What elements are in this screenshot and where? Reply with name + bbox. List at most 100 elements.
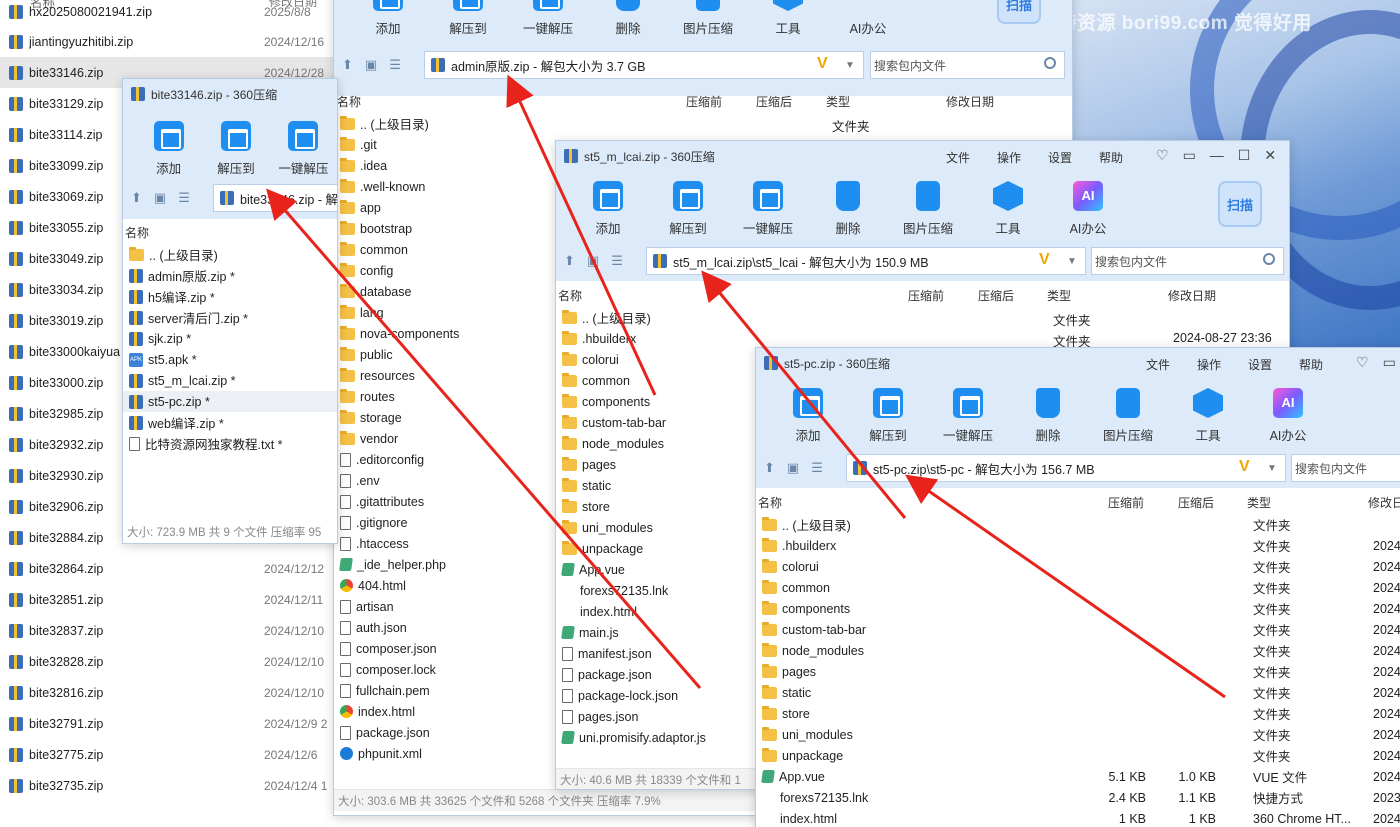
skin-icon[interactable]: ♡ [1356, 354, 1369, 371]
list-item[interactable]: uni_modules 文件夹 2024 [762, 724, 1400, 745]
col-before[interactable]: 压缩前 [1108, 494, 1144, 511]
ai-office-button[interactable]: AI AI办公 [1248, 388, 1328, 444]
col-after[interactable]: 压缩后 [1178, 494, 1214, 511]
list-item[interactable]: APK st5.apk * [129, 349, 337, 370]
scan-button[interactable]: 扫描 [997, 0, 1041, 24]
up-arrow-icon[interactable]: ⬆ [764, 460, 775, 476]
file-row[interactable]: bite32816.zip 2024/12/10 [0, 677, 340, 708]
list-item[interactable]: sjk.zip * [129, 328, 337, 349]
list-item[interactable]: .hbuilderx 文件夹 2024 [762, 535, 1400, 556]
col-name[interactable]: 名称 [558, 287, 582, 304]
list-item[interactable]: store 文件夹 2024 [762, 703, 1400, 724]
list-icon[interactable]: ☰ [178, 190, 190, 206]
path-box[interactable]: bite33146.zip - 解 [213, 184, 337, 212]
path-box[interactable]: st5_m_lcai.zip\st5_lcai - 解包大小为 150.9 MB… [646, 247, 1086, 275]
list-item[interactable]: .. (上级目录) 文件夹 [762, 514, 1400, 535]
add-button[interactable]: 添加 [768, 388, 848, 444]
file-row[interactable]: bite32851.zip 2024/12/11 [0, 584, 340, 615]
skin-icon[interactable]: ♡ [1156, 147, 1169, 164]
tools-button[interactable]: 工具 [748, 0, 828, 37]
one-click-extract-button[interactable]: 一键解压 [728, 181, 808, 237]
list-item[interactable]: admin原版.zip * [129, 265, 337, 286]
extract-button[interactable]: 解压到 [848, 388, 928, 444]
col-date[interactable]: 修改日期 [1168, 287, 1216, 304]
add-button[interactable]: 添加 [348, 0, 428, 37]
delete-button[interactable]: 删除 [588, 0, 668, 37]
tools-button[interactable]: New 工具 [968, 181, 1048, 237]
image-compress-button[interactable]: 图片压缩 [668, 0, 748, 37]
list-item[interactable]: node_modules 文件夹 2024 [762, 640, 1400, 661]
col-type[interactable]: 类型 [1247, 494, 1271, 511]
list-item[interactable]: 比特资源网独家教程.txt * [129, 433, 337, 454]
file-row[interactable]: bite32828.zip 2024/12/10 [0, 646, 340, 677]
one-click-extract-button[interactable]: 一键解压 [270, 121, 337, 177]
extract-button[interactable]: 解压到 [202, 121, 269, 177]
col-type[interactable]: 类型 [826, 93, 850, 110]
list-icon[interactable]: ☰ [611, 253, 623, 269]
chevron-down-icon[interactable]: ▼ [845, 60, 855, 71]
chevron-down-icon[interactable]: ▼ [1067, 256, 1077, 267]
file-row[interactable]: jiantingyuzhitibi.zip 2024/12/16 [0, 26, 340, 57]
list-item[interactable]: st5_m_lcai.zip * [129, 370, 337, 391]
delete-button[interactable]: 删除 [808, 181, 888, 237]
add-button[interactable]: 添加 [135, 121, 202, 177]
list-item[interactable]: index.html 1 KB 1 KB 360 Chrome HT... 2024 [762, 808, 1400, 827]
ai-office-button[interactable]: AI AI办公 [1048, 181, 1128, 237]
menu-operate[interactable]: 操作 [997, 149, 1021, 166]
file-row[interactable]: bite32837.zip 2024/12/10 [0, 615, 340, 646]
search-input[interactable]: 搜索包内文件 [1091, 247, 1284, 275]
list-icon[interactable]: ☰ [389, 57, 401, 73]
maximize-icon[interactable]: ☐ [1238, 147, 1251, 164]
list-item[interactable]: unpackage 文件夹 2024 [762, 745, 1400, 766]
list-icon[interactable]: ☰ [811, 460, 823, 476]
file-row[interactable]: bite32864.zip 2024/12/12 [0, 553, 340, 584]
menu-help[interactable]: 帮助 [1099, 149, 1123, 166]
scan-button[interactable]: 扫描 [1218, 181, 1262, 227]
list-item[interactable]: pages 文件夹 2024 [762, 661, 1400, 682]
list-item[interactable]: .. (上级目录) [129, 244, 337, 265]
list-item[interactable]: .hbuilderx [562, 328, 1289, 349]
list-item[interactable]: server清后门.zip * [129, 307, 337, 328]
path-box[interactable]: st5-pc.zip\st5-pc - 解包大小为 156.7 MB V ▼ [846, 454, 1286, 482]
list-item[interactable]: .. (上级目录) [340, 113, 1072, 134]
file-row[interactable]: bite32791.zip 2024/12/9 2 [0, 708, 340, 739]
menu-operate[interactable]: 操作 [1197, 356, 1221, 373]
col-after[interactable]: 压缩后 [756, 93, 792, 110]
feedback-icon[interactable]: ▭ [1183, 147, 1196, 164]
col-name[interactable]: 名称 [125, 224, 149, 241]
up-arrow-icon[interactable]: ⬆ [342, 57, 353, 73]
up-arrow-icon[interactable]: ⬆ [564, 253, 575, 269]
search-icon[interactable] [1044, 57, 1056, 69]
col-after[interactable]: 压缩后 [978, 287, 1014, 304]
view-icon[interactable]: ▣ [154, 190, 166, 206]
list-item[interactable]: custom-tab-bar 文件夹 2024 [762, 619, 1400, 640]
menu-settings[interactable]: 设置 [1248, 356, 1272, 373]
view-icon[interactable]: ▣ [365, 57, 377, 73]
list-item[interactable]: components 文件夹 2024 [762, 598, 1400, 619]
list-item[interactable]: forexs72135.lnk 2.4 KB 1.1 KB 快捷方式 2023 [762, 787, 1400, 808]
list-item[interactable]: st5-pc.zip * [123, 391, 337, 412]
one-click-extract-button[interactable]: 一键解压 [508, 0, 588, 37]
menu-help[interactable]: 帮助 [1299, 356, 1323, 373]
chevron-down-icon[interactable]: ▼ [1267, 463, 1277, 474]
col-before[interactable]: 压缩前 [908, 287, 944, 304]
view-icon[interactable]: ▣ [587, 253, 599, 269]
image-compress-button[interactable]: 图片压缩 [1088, 388, 1168, 444]
list-item[interactable]: App.vue 5.1 KB 1.0 KB VUE 文件 2024 [761, 766, 1400, 787]
list-item[interactable]: static 文件夹 2024 [762, 682, 1400, 703]
col-date[interactable]: 修改日期 [946, 93, 994, 110]
search-input[interactable]: 搜索包内文件 [1291, 454, 1400, 482]
minimize-icon[interactable]: — [1210, 147, 1224, 164]
list-item[interactable]: web编译.zip * [129, 412, 337, 433]
up-arrow-icon[interactable]: ⬆ [131, 190, 142, 206]
menu-file[interactable]: 文件 [946, 149, 970, 166]
image-compress-button[interactable]: 图片压缩 [888, 181, 968, 237]
list-item[interactable]: colorui 文件夹 2024 [762, 556, 1400, 577]
file-row[interactable]: bite32735.zip 2024/12/4 1 [0, 770, 340, 801]
menu-settings[interactable]: 设置 [1048, 149, 1072, 166]
file-row[interactable]: bite32775.zip 2024/12/6 [0, 739, 340, 770]
view-icon[interactable]: ▣ [787, 460, 799, 476]
tools-button[interactable]: New 工具 [1168, 388, 1248, 444]
search-icon[interactable] [1263, 253, 1275, 265]
menu-file[interactable]: 文件 [1146, 356, 1170, 373]
